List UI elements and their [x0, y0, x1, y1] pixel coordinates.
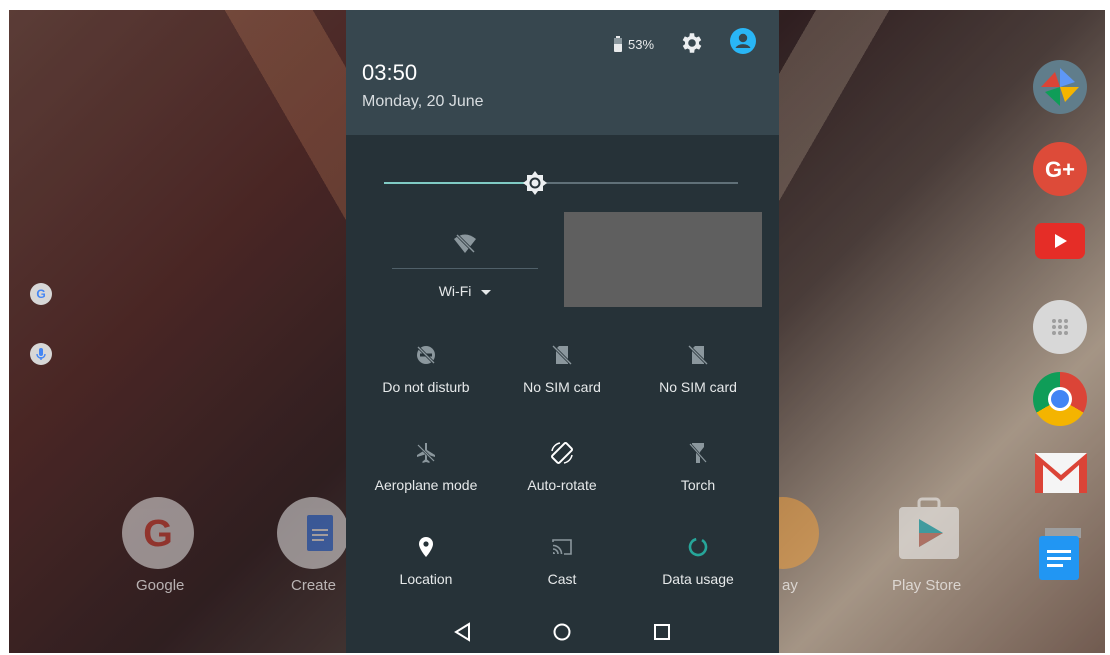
- dock-label-create: Create: [291, 577, 337, 594]
- tile-location[interactable]: Location: [356, 535, 496, 587]
- brightness-track-filled[interactable]: [384, 182, 534, 184]
- tile-aeroplane-mode[interactable]: Aeroplane mode: [356, 441, 496, 493]
- do-not-disturb-icon: [414, 343, 438, 367]
- dock-label-google: Google: [136, 577, 185, 594]
- tile-label: Auto-rotate: [527, 477, 597, 493]
- tile-label: Aeroplane mode: [374, 477, 478, 493]
- tile-label: Location: [399, 571, 453, 587]
- gmail-app-icon[interactable]: [1035, 453, 1087, 493]
- tile-data-usage[interactable]: Data usage: [628, 535, 768, 587]
- voice-search-icon[interactable]: [30, 343, 52, 365]
- torch-icon: [686, 441, 710, 465]
- home-icon[interactable]: [551, 621, 573, 643]
- photos-app-icon[interactable]: [1033, 60, 1087, 114]
- tile-no-sim-1[interactable]: No SIM card: [492, 343, 632, 395]
- home-screen: G G Google Create ay Play Store G+ 53% 0…: [9, 10, 1105, 653]
- battery-percent: 53%: [628, 37, 655, 52]
- brightness-track-empty[interactable]: [546, 182, 738, 184]
- google-app-icon[interactable]: G: [122, 497, 194, 569]
- wifi-label[interactable]: Wi-Fi: [392, 283, 538, 299]
- current-date: Monday, 20 June: [362, 93, 484, 110]
- docs-widget-icon[interactable]: [1039, 528, 1083, 580]
- navigation-bar: [346, 613, 779, 653]
- brightness-sun-icon[interactable]: [522, 170, 548, 196]
- airplane-icon: [414, 441, 438, 465]
- dock-label-partial: ay: [782, 577, 798, 594]
- chevron-down-icon[interactable]: [481, 289, 492, 295]
- tile-label: No SIM card: [659, 379, 737, 395]
- create-app-icon[interactable]: [277, 497, 349, 569]
- tile-placeholder: [564, 212, 762, 307]
- wifi-label-text: Wi-Fi: [438, 283, 472, 299]
- data-usage-icon: [686, 535, 710, 559]
- tile-auto-rotate[interactable]: Auto-rotate: [492, 441, 632, 493]
- tile-label: Data usage: [662, 571, 734, 587]
- no-sim-icon: [686, 343, 710, 367]
- user-account-icon[interactable]: [730, 28, 756, 54]
- auto-rotate-icon: [550, 441, 574, 465]
- svg-text:G: G: [36, 287, 45, 301]
- app-drawer-icon[interactable]: [1033, 300, 1087, 354]
- quick-settings-panel: 53% 03:50 Monday, 20 June Wi-Fi Do not d…: [346, 10, 779, 653]
- recents-icon[interactable]: [651, 621, 673, 643]
- svg-text:G+: G+: [1045, 157, 1075, 182]
- tile-torch[interactable]: Torch: [628, 441, 768, 493]
- battery-icon: [614, 35, 622, 52]
- google-search-icon[interactable]: G: [30, 283, 52, 305]
- location-icon: [414, 535, 438, 559]
- wifi-off-icon: [453, 232, 477, 256]
- settings-gear-icon[interactable]: [679, 30, 705, 56]
- chrome-app-icon[interactable]: [1033, 372, 1087, 426]
- dock-label-play-store: Play Store: [892, 577, 962, 594]
- battery-status: 53%: [614, 35, 655, 52]
- youtube-app-icon[interactable]: [1035, 223, 1085, 259]
- tile-no-sim-2[interactable]: No SIM card: [628, 343, 768, 395]
- google-plus-icon[interactable]: G+: [1033, 142, 1087, 196]
- tile-label: Torch: [680, 477, 716, 493]
- wifi-divider: [392, 268, 538, 269]
- status-header: 53% 03:50 Monday, 20 June: [346, 10, 779, 135]
- cast-icon: [550, 535, 574, 559]
- play-store-icon[interactable]: [893, 493, 965, 565]
- tile-cast[interactable]: Cast: [492, 535, 632, 587]
- tile-label: Do not disturb: [382, 379, 470, 395]
- tile-do-not-disturb[interactable]: Do not disturb: [356, 343, 496, 395]
- no-sim-icon: [550, 343, 574, 367]
- tile-label: No SIM card: [523, 379, 601, 395]
- back-icon[interactable]: [452, 621, 474, 643]
- tile-label: Cast: [547, 571, 577, 587]
- clock-time: 03:50: [362, 60, 418, 85]
- svg-text:G: G: [143, 513, 173, 555]
